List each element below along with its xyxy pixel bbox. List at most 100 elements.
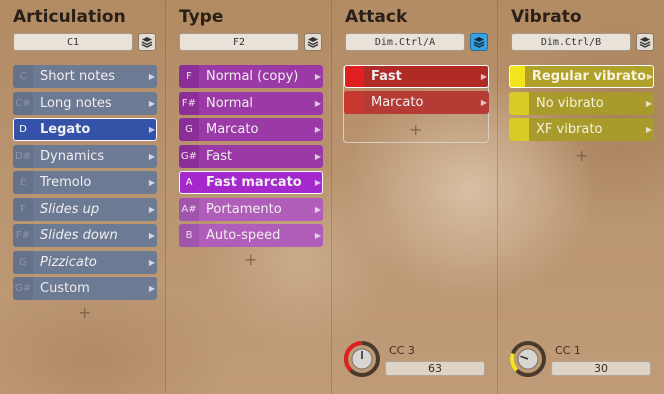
attack-item-key [344,65,364,88]
articulation-item-label: Dynamics [40,148,105,164]
attack-preset-field[interactable]: Dim.Ctrl/A [345,33,465,51]
vibrato-cc-value[interactable]: 30 [551,361,651,376]
articulation-item[interactable]: F Slides up ▶ [13,197,157,221]
articulation-title: Articulation [13,7,126,27]
type-item-key: G# [179,144,199,168]
articulation-item-key: C [13,65,33,88]
vibrato-item-label: Regular vibrato [531,69,647,84]
attack-knob[interactable] [343,340,381,378]
attack-add-button[interactable]: + [409,120,422,139]
type-item[interactable]: A# Portamento ▶ [179,197,323,221]
chevron-right-icon: ▶ [314,125,322,134]
articulation-item[interactable]: C# Long notes ▶ [13,91,157,115]
type-preset-field[interactable]: F2 [179,33,299,51]
type-item[interactable]: A Fast marcato ▶ [179,171,323,194]
articulation-item-key: D# [13,144,33,168]
vibrato-item[interactable]: No vibrato ▶ [509,91,654,115]
vibrato-column: Vibrato Dim.Ctrl/B Regular vibrato ▶ No vi… [498,0,664,394]
type-item-key: F [179,65,199,88]
articulation-layers-button[interactable] [138,33,156,51]
type-item-key: A# [179,197,199,221]
attack-list: Fast ▶ Marcato ▶ [344,65,489,117]
type-preset-row: F2 [179,33,322,51]
type-item-key: A [179,171,199,194]
chevron-right-icon: ▶ [480,98,488,107]
type-item[interactable]: F# Normal ▶ [179,91,323,115]
type-item-label: Normal (copy) [206,69,299,84]
attack-item-label: Marcato [371,95,424,110]
articulation-item-label: Slides down [40,228,118,243]
vibrato-item-label: XF vibrato [536,122,603,137]
type-item-key: G [179,118,199,141]
chevron-right-icon: ▶ [314,178,322,187]
layers-icon [307,37,319,48]
articulation-item-key: G# [13,277,33,300]
attack-item[interactable]: Marcato ▶ [344,91,489,114]
vibrato-add-button[interactable]: + [575,146,588,165]
attack-column: Attack Dim.Ctrl/A CC 3 63 [332,0,498,394]
chevron-right-icon: ▶ [314,151,322,161]
articulation-item[interactable]: G# Custom ▶ [13,277,157,300]
type-column: Type F2 F Normal (copy) ▶ F# Normal ▶ G Marcato… [166,0,332,394]
type-item[interactable]: F Normal (copy) ▶ [179,65,323,88]
articulation-preset-row: C1 [13,33,156,51]
chevron-right-icon: ▶ [148,72,156,81]
chevron-right-icon: ▶ [148,178,156,187]
articulation-item[interactable]: D# Dynamics ▶ [13,144,157,168]
chevron-right-icon: ▶ [148,125,156,134]
articulation-preset-field[interactable]: C1 [13,33,133,51]
articulation-item-label: Custom [40,281,90,296]
type-item[interactable]: B Auto-speed ▶ [179,224,323,247]
type-title: Type [179,7,224,27]
articulation-item-label: Long notes [40,95,112,111]
type-item-label: Normal [206,95,254,111]
type-item-label: Fast [206,148,233,164]
articulation-item[interactable]: E Tremolo ▶ [13,171,157,194]
chevron-right-icon: ▶ [314,72,322,81]
type-layers-button[interactable] [304,33,322,51]
articulation-item-label: Legato [40,122,91,137]
vibrato-layers-button[interactable] [636,33,654,51]
layers-icon [141,37,153,48]
vibrato-item[interactable]: XF vibrato ▶ [509,118,654,141]
chevron-right-icon: ▶ [148,231,156,240]
articulation-item-key: F# [13,224,33,247]
attack-item[interactable]: Fast ▶ [344,65,489,88]
vibrato-cc-control: CC 1 30 [509,340,664,380]
articulation-item-key: G [13,250,33,274]
attack-cc-value[interactable]: 63 [385,361,485,376]
vibrato-preset-field[interactable]: Dim.Ctrl/B [511,33,631,51]
chevron-right-icon: ▶ [314,98,322,108]
vibrato-title: Vibrato [511,7,582,27]
articulation-list: C Short notes ▶ C# Long notes ▶ D Legato ▶ D# Dyna… [13,65,157,304]
articulation-item-key: D [13,118,33,141]
vibrato-item[interactable]: Regular vibrato ▶ [509,65,654,88]
type-item[interactable]: G# Fast ▶ [179,144,323,168]
vibrato-preset-row: Dim.Ctrl/B [511,33,654,51]
chevron-right-icon: ▶ [148,284,156,293]
vibrato-item-label: No vibrato [536,95,604,111]
articulation-item[interactable]: C Short notes ▶ [13,65,157,88]
articulation-item-label: Slides up [40,201,100,217]
type-item-label: Portamento [206,201,282,217]
chevron-right-icon: ▶ [148,98,156,108]
articulation-item-key: E [13,171,33,194]
attack-cc-label: CC 3 [389,344,415,357]
articulation-item-label: Tremolo [40,175,92,190]
articulation-item[interactable]: G Pizzicato ▶ [13,250,157,274]
attack-preset-row: Dim.Ctrl/A [345,33,488,51]
layers-icon [473,37,485,48]
vibrato-item-key [509,65,525,88]
chevron-right-icon: ▶ [148,257,156,267]
articulation-add-button[interactable]: + [78,303,91,322]
chevron-right-icon: ▶ [646,72,654,81]
chevron-right-icon: ▶ [314,231,322,240]
vibrato-knob[interactable] [509,340,547,378]
attack-item-label: Fast [371,69,402,84]
articulation-item-label: Short notes [40,69,116,84]
type-add-button[interactable]: + [244,250,257,269]
attack-layers-button[interactable] [470,33,488,51]
type-item[interactable]: G Marcato ▶ [179,118,323,141]
articulation-item[interactable]: D Legato ▶ [13,118,157,141]
articulation-item[interactable]: F# Slides down ▶ [13,224,157,247]
